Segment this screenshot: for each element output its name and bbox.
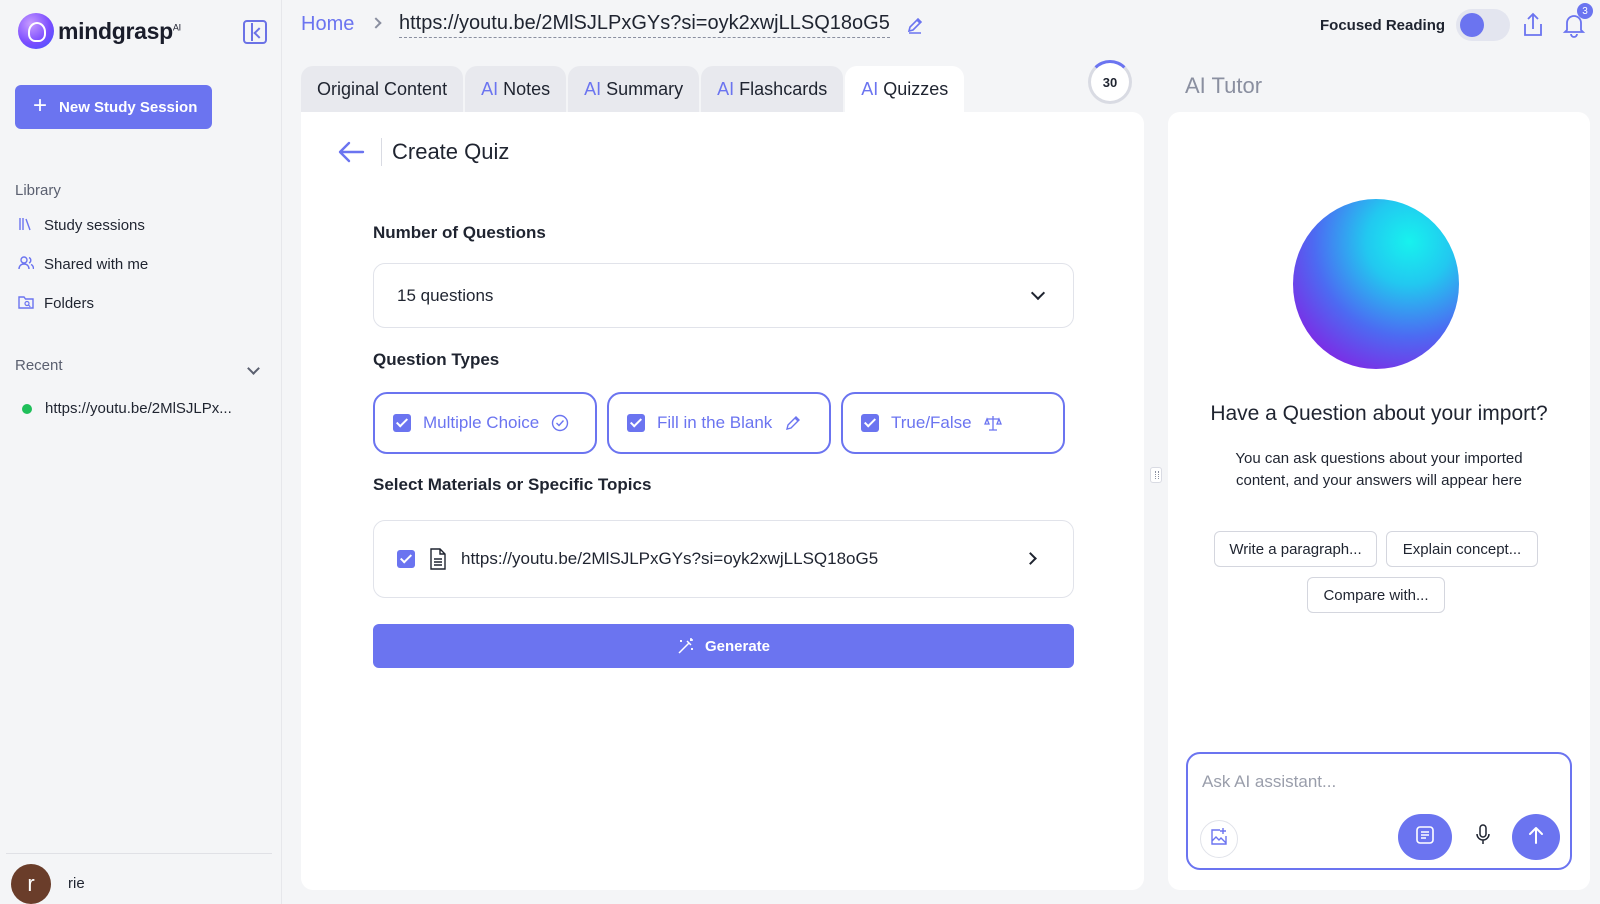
notification-badge: 3 xyxy=(1577,3,1593,19)
brand-logo[interactable]: mindgraspAI xyxy=(18,13,181,49)
recent-label: Recent xyxy=(15,357,63,374)
tab-ai-summary[interactable]: AI Summary xyxy=(568,66,700,113)
checkbox-checked[interactable] xyxy=(627,414,645,432)
content-tabs: Original Content AI Notes AI Summary AI Fla… xyxy=(301,66,965,113)
chevron-down-icon xyxy=(1030,285,1046,301)
checkbox-checked[interactable] xyxy=(393,414,411,432)
tab-ai-notes[interactable]: AI Notes xyxy=(465,66,567,113)
tutor-subtext: You can ask questions about your importe… xyxy=(1235,450,1523,489)
users-icon xyxy=(18,255,35,274)
ai-tutor-panel: Have a Question about your import? You c… xyxy=(1168,112,1590,890)
microphone-icon xyxy=(1475,823,1491,851)
checkbox-checked[interactable] xyxy=(861,414,879,432)
add-image-button[interactable] xyxy=(1200,820,1238,858)
question-type-fill-in-the-blank[interactable]: Fill in the Blank xyxy=(607,392,831,454)
divider xyxy=(381,138,382,166)
status-dot xyxy=(22,403,32,414)
tab-original-content[interactable]: Original Content xyxy=(301,66,464,113)
tutor-heading: Have a Question about your import? xyxy=(1210,402,1548,425)
pencil-icon xyxy=(784,414,802,432)
chevron-down-icon[interactable] xyxy=(247,362,260,375)
quiz-panel: Create Quiz Number of Questions 15 quest… xyxy=(301,112,1144,890)
back-arrow-icon[interactable] xyxy=(337,140,365,164)
chevron-right-icon xyxy=(1024,552,1037,565)
ask-ai-input[interactable] xyxy=(1202,772,1552,792)
number-of-questions-select[interactable]: 15 questions xyxy=(373,263,1074,328)
send-button[interactable] xyxy=(1512,814,1560,860)
progress-counter: 30 xyxy=(1088,60,1132,104)
material-item[interactable]: https://youtu.be/2MlSJLPxGYs?si=oyk2xwjL… xyxy=(373,520,1074,598)
collapse-sidebar-icon[interactable] xyxy=(243,20,267,44)
plus-icon: + xyxy=(33,92,48,119)
ai-tutor-title: AI Tutor xyxy=(1185,73,1263,98)
brand-name: mindgraspAI xyxy=(58,17,181,44)
materials-label: Select Materials or Specific Topics xyxy=(373,475,652,494)
breadcrumb-home-link[interactable]: Home xyxy=(301,13,354,36)
question-type-multiple-choice[interactable]: Multiple Choice xyxy=(373,392,597,454)
brain-logo-icon xyxy=(18,13,54,49)
sidebar: mindgraspAI + New Study Session Library … xyxy=(0,0,282,904)
suggestion-compare-with[interactable]: Compare with... xyxy=(1307,577,1445,613)
page-title-url: https://youtu.be/2MlSJLPxGYs?si=oyk2xwjL… xyxy=(399,12,890,38)
library-label: Library xyxy=(15,182,61,199)
focused-reading-toggle[interactable] xyxy=(1456,9,1510,41)
microphone-button[interactable] xyxy=(1470,822,1496,852)
tab-ai-quizzes[interactable]: AI Quizzes xyxy=(845,66,965,113)
tab-ai-flashcards[interactable]: AI Flashcards xyxy=(701,66,844,113)
number-of-questions-label: Number of Questions xyxy=(373,223,546,242)
edit-title-pencil-icon[interactable] xyxy=(906,16,924,34)
question-types-label: Question Types xyxy=(373,350,500,369)
toggle-knob xyxy=(1460,13,1484,37)
suggestion-explain-concept[interactable]: Explain concept... xyxy=(1386,531,1538,567)
focused-reading-label: Focused Reading xyxy=(1320,17,1446,34)
folder-search-icon xyxy=(18,294,34,313)
generate-button[interactable]: Generate xyxy=(373,624,1074,668)
document-lines-icon xyxy=(1414,824,1436,851)
notes-mode-button[interactable] xyxy=(1398,814,1452,860)
divider xyxy=(6,853,272,854)
arrow-up-icon xyxy=(1527,825,1545,850)
panel-resize-handle[interactable] xyxy=(1150,467,1162,483)
sidebar-item-shared-with-me[interactable]: Shared with me xyxy=(18,255,148,274)
checkbox-checked[interactable] xyxy=(397,550,415,568)
username: rie xyxy=(68,875,85,892)
new-study-session-button[interactable]: + New Study Session xyxy=(15,85,212,129)
ask-ai-box xyxy=(1186,752,1572,870)
recent-item[interactable]: https://youtu.be/2MlSJLPx... xyxy=(22,400,252,417)
sidebar-item-study-sessions[interactable]: Study sessions xyxy=(18,216,145,235)
question-type-true-false[interactable]: True/False xyxy=(841,392,1065,454)
magic-wand-icon xyxy=(677,637,695,655)
chevron-right-icon xyxy=(370,17,382,29)
share-icon[interactable] xyxy=(1522,12,1544,38)
check-circle-icon xyxy=(551,414,569,432)
ai-orb-graphic xyxy=(1293,199,1459,369)
books-icon xyxy=(18,216,34,235)
document-icon xyxy=(429,548,447,570)
image-plus-icon xyxy=(1209,827,1229,852)
sidebar-item-folders[interactable]: Folders xyxy=(18,294,94,313)
page-title: Create Quiz xyxy=(392,139,510,164)
avatar[interactable]: r xyxy=(11,864,51,904)
scale-icon xyxy=(983,414,1002,432)
suggestion-write-paragraph[interactable]: Write a paragraph... xyxy=(1214,531,1377,567)
